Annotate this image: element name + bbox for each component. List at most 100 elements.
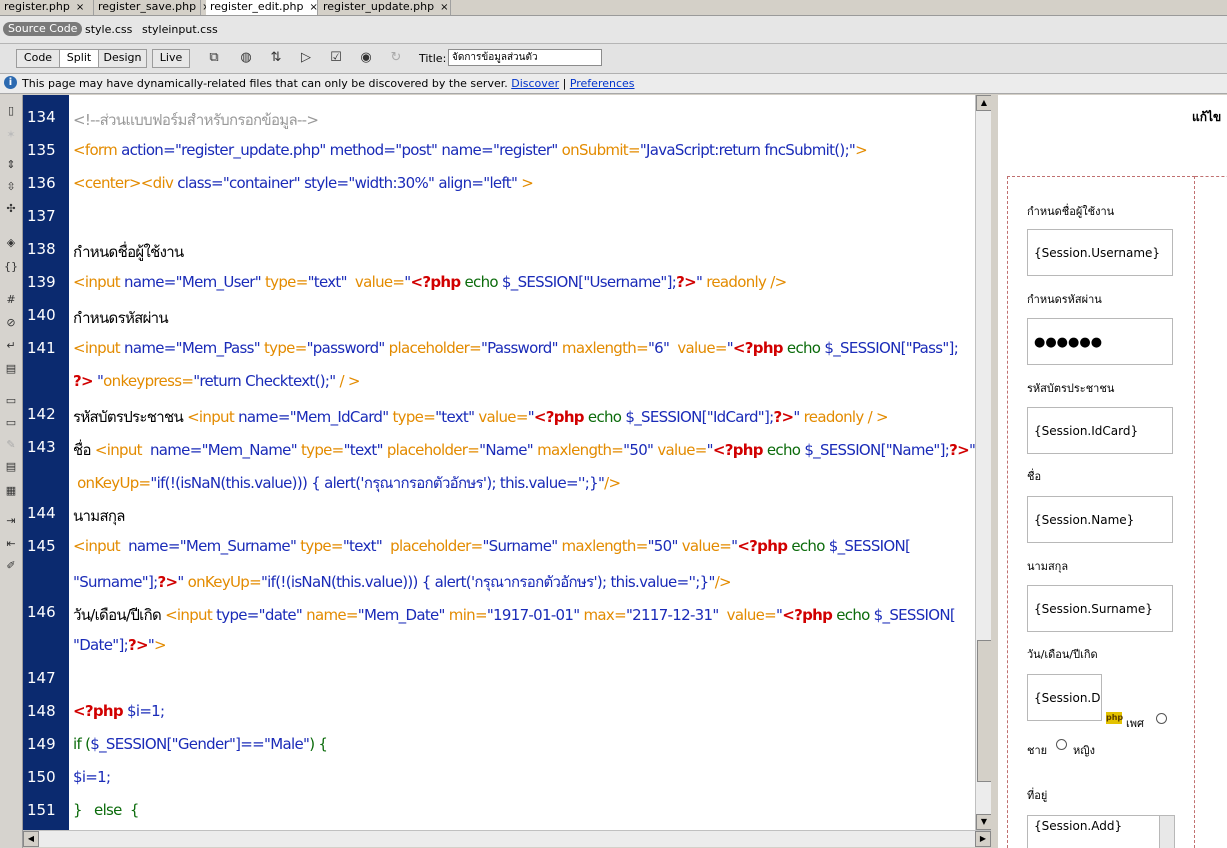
code-line[interactable]: <input name="Mem_Surname" type="text" pl…	[73, 537, 911, 555]
apply-comment-icon[interactable]: ▭	[3, 393, 19, 409]
tab-register-save-php[interactable]: register_save.php×	[94, 0, 211, 15]
password-field[interactable]: ●●●●●●	[1027, 318, 1173, 365]
highlight-invalid-code-icon[interactable]: ⊘	[3, 315, 19, 331]
address-textarea[interactable]: {Session.Add}	[1027, 815, 1175, 848]
file-management-icon[interactable]: ⇅	[268, 50, 284, 66]
idcard-field[interactable]: {Session.IdCard}	[1027, 407, 1173, 454]
code-view-button[interactable]: Code	[16, 49, 60, 68]
code-token: name=	[437, 141, 493, 159]
name-field[interactable]: {Session.Name}	[1027, 496, 1173, 543]
source-code-button[interactable]: Source Code	[3, 22, 83, 36]
move-css-icon[interactable]: ▦	[3, 483, 19, 499]
word-wrap-icon[interactable]: ↵	[3, 338, 19, 354]
open-documents-icon[interactable]: ▯	[3, 103, 19, 119]
collapse-selection-icon[interactable]: ⇳	[3, 179, 19, 195]
tab-register-edit-php[interactable]: register_edit.php ×	[206, 0, 318, 15]
scroll-right-icon[interactable]: ▶	[975, 831, 991, 847]
wrap-tag-icon[interactable]: ✎	[3, 437, 19, 453]
code-token: value=	[653, 441, 707, 459]
code-token: name=	[238, 408, 290, 426]
radio-button[interactable]	[1156, 713, 1167, 724]
code-line[interactable]: $i=1;	[73, 768, 111, 786]
line-number: 145	[27, 537, 56, 555]
outdent-code-icon[interactable]: ⇤	[3, 536, 19, 552]
preview-browser-icon[interactable]: ◍	[238, 50, 254, 66]
design-view[interactable]: แก้ไข กำหนดชื่อผู้ใช้งาน {Session.Userna…	[998, 95, 1227, 848]
tab-register-update-php[interactable]: register_update.php ×	[319, 0, 451, 15]
w3c-validation-icon[interactable]: ▷	[298, 50, 314, 66]
code-line[interactable]: <input name="Mem_Pass" type="password" p…	[73, 339, 959, 357]
split-view-button[interactable]: Split	[59, 49, 99, 68]
design-view-button[interactable]: Design	[98, 49, 147, 68]
tab-register-php[interactable]: register.php ×	[0, 0, 94, 15]
male-radio[interactable]	[1056, 739, 1067, 750]
code-token: <center><div	[73, 174, 178, 192]
code-line[interactable]: กำหนดรหัสผ่าน	[73, 306, 169, 330]
code-line[interactable]: ?> "onkeypress="return Checktext();" / >	[73, 372, 361, 390]
code-line[interactable]: ชื่อ <input name="Mem_Name" type="text" …	[73, 438, 975, 462]
multiscreen-icon[interactable]: ⧉	[206, 50, 222, 66]
scroll-up-icon[interactable]: ▲	[976, 95, 992, 111]
preferences-link[interactable]: Preferences	[570, 77, 635, 90]
close-icon[interactable]: ×	[440, 2, 448, 13]
visual-aids-icon[interactable]: ◉	[358, 50, 374, 66]
code-line[interactable]: "Surname"];?>" onKeyUp="if(!(isNaN(this.…	[73, 570, 732, 594]
design-page-heading: แก้ไข	[1192, 110, 1222, 124]
code-line[interactable]: onKeyUp="if(!(isNaN(this.value))) { aler…	[73, 471, 621, 495]
format-source-code-icon[interactable]: ✐	[3, 558, 19, 574]
textarea-scrollbar[interactable]	[1159, 816, 1174, 848]
show-code-navigator-icon[interactable]: ✶	[3, 127, 19, 143]
collapse-tag-icon[interactable]: ⇕	[3, 157, 19, 173]
code-line[interactable]: นามสกุล	[73, 504, 125, 528]
code-line[interactable]: <?php $i=1;	[73, 702, 165, 720]
code-token: "left"	[483, 174, 518, 192]
code-token: <?php	[732, 339, 784, 357]
code-line[interactable]: <!--ส่วนแบบฟอร์มสำหรับกรอกข้อมูล-->	[73, 108, 319, 132]
live-view-button[interactable]: Live	[152, 49, 190, 68]
close-icon[interactable]: ×	[76, 2, 84, 13]
code-line[interactable]: "Date"];?>">	[73, 636, 167, 654]
code-vertical-scrollbar[interactable]: ▲ ▼	[975, 95, 992, 830]
surname-field[interactable]: {Session.Surname}	[1027, 585, 1173, 632]
code-line[interactable]: <form action="register_update.php" metho…	[73, 141, 868, 159]
code-line[interactable]: } else {	[73, 801, 139, 819]
expand-all-icon[interactable]: ✣	[3, 201, 19, 217]
related-file-style-css[interactable]: style.css	[85, 23, 132, 36]
code-line[interactable]: <input name="Mem_User" type="text" value…	[73, 273, 787, 291]
code-token: "Mem_Date"	[357, 606, 446, 624]
code-token: "text"	[435, 408, 475, 426]
code-editor[interactable]: <!--ส่วนแบบฟอร์มสำหรับกรอกข้อมูล--> <form…	[69, 95, 975, 830]
close-icon[interactable]: ×	[309, 2, 317, 13]
discover-link[interactable]: Discover	[511, 77, 559, 90]
select-parent-tag-icon[interactable]: ◈	[3, 235, 19, 251]
page-title-input[interactable]: จัดการข้อมูลส่วนตัว	[448, 49, 602, 66]
code-token: onSubmit=	[557, 141, 641, 159]
username-field[interactable]: {Session.Username}	[1027, 229, 1173, 276]
code-token: "JavaScript:return fncSubmit();"	[639, 141, 856, 159]
remove-comment-icon[interactable]: ▭	[3, 415, 19, 431]
code-line[interactable]: กำหนดชื่อผู้ใช้งาน	[73, 240, 184, 264]
indent-code-icon[interactable]: ⇥	[3, 513, 19, 529]
line-numbers-icon[interactable]: #	[3, 292, 19, 308]
line-number: 146	[27, 603, 56, 621]
code-token: <!--ส่วนแบบฟอร์มสำหรับกรอกข้อมูล-->	[73, 111, 319, 129]
birthdate-field[interactable]: {Session.Da	[1027, 674, 1102, 721]
balance-braces-icon[interactable]: {}	[3, 259, 19, 275]
scroll-left-icon[interactable]: ◀	[23, 831, 39, 847]
scroll-thumb[interactable]	[977, 640, 992, 782]
code-line[interactable]: if ($_SESSION["Gender"]=="Male") {	[73, 735, 328, 753]
check-browser-icon[interactable]: ☑	[328, 50, 344, 66]
code-line[interactable]: วัน/เดือน/ปีเกิด <input type="date" name…	[73, 603, 956, 627]
syntax-error-alerts-icon[interactable]: ▤	[3, 361, 19, 377]
code-token: >	[855, 141, 868, 159]
code-horizontal-scrollbar[interactable]: ◀ ▶	[23, 830, 991, 847]
split-divider[interactable]	[991, 95, 998, 848]
refresh-icon[interactable]: ↻	[388, 50, 404, 66]
related-file-styleinput-css[interactable]: styleinput.css	[142, 23, 218, 36]
code-line[interactable]: รหัสบัตรประชาชน <input name="Mem_IdCard"…	[73, 405, 889, 429]
recent-snippets-icon[interactable]: ▤	[3, 459, 19, 475]
scroll-down-icon[interactable]: ▼	[976, 814, 992, 830]
code-line[interactable]: <center><div class="container" style="wi…	[73, 174, 534, 192]
code-token: } else {	[73, 801, 139, 819]
password-label: กำหนดรหัสผ่าน	[1027, 293, 1102, 306]
